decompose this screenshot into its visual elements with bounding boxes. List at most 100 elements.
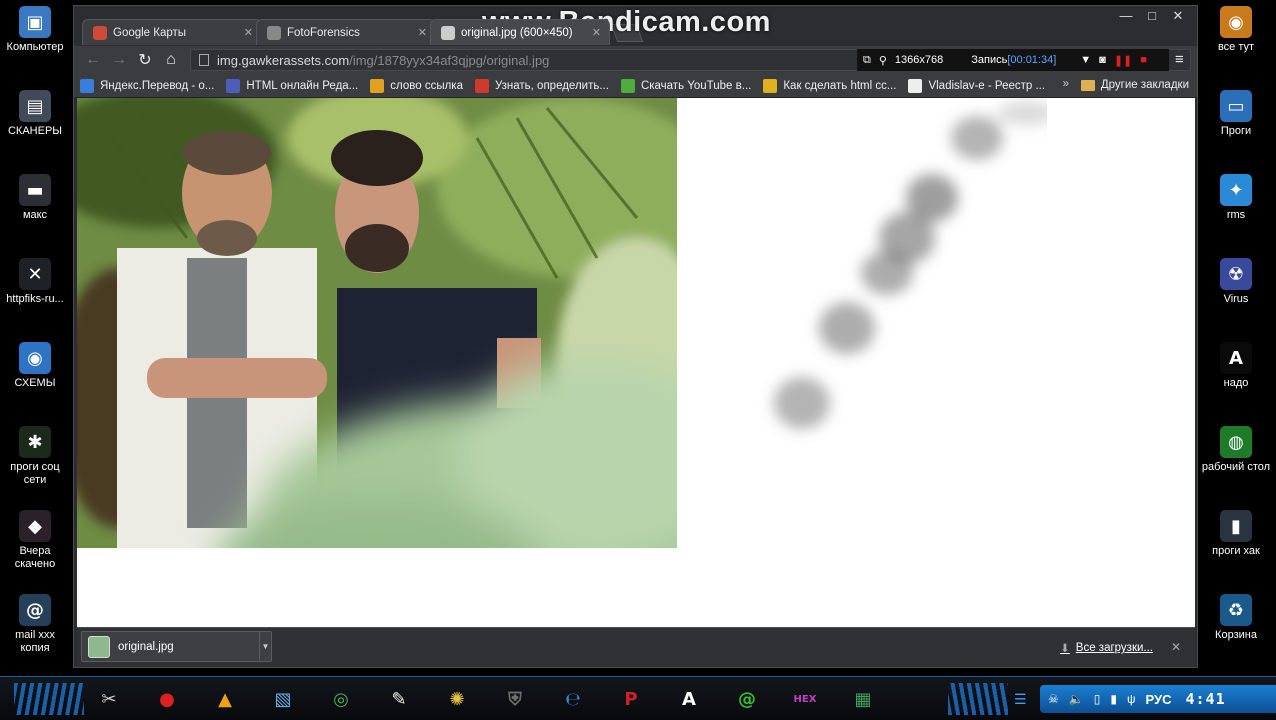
- bookmark-item[interactable]: Узнать, определить...: [474, 78, 609, 93]
- desktop-shortcut[interactable]: Aнадо: [1196, 342, 1276, 426]
- pause-icon[interactable]: ❚❚: [1114, 54, 1132, 67]
- close-tab-icon[interactable]: ✕: [244, 26, 253, 39]
- how-to-icon: [763, 78, 778, 93]
- virus-icon: ☢: [1220, 258, 1252, 290]
- notepad-app-icon[interactable]: ✎: [382, 683, 416, 715]
- taskbar: ✂ ● ▲ ▧ ◎ ✎ ✺ ⛨ ℮ P A @ HEX ▦ ☰ ☠ 🔈 ▯ ▮ ψ РУС 4:41: [0, 676, 1276, 720]
- bookmark-item[interactable]: слово ссылка: [370, 78, 463, 93]
- bookmark-label: HTML онлайн Реда...: [246, 79, 359, 92]
- window-controls: — □ ✕: [1113, 7, 1191, 25]
- bandicam-recorder-bar: ⧉ ⚲ 1366x768 Запись [00:01:34] ▼ ◙ ❚❚ ■: [857, 49, 1169, 71]
- skull-tray-icon[interactable]: ☠: [1048, 692, 1059, 706]
- browser-tab[interactable]: Google Карты ✕: [82, 19, 262, 45]
- email-app-icon[interactable]: @: [730, 683, 764, 715]
- desktop-shortcut[interactable]: ◉ СХЕМЫ: [0, 342, 70, 426]
- tab-strip: Google Карты ✕ FotoForensics ✕ original.jpg …: [82, 19, 644, 45]
- ie-app-icon[interactable]: ℮: [556, 683, 590, 715]
- bookmark-item[interactable]: HTML онлайн Реда...: [226, 78, 359, 93]
- battery-icon[interactable]: ▯: [1094, 692, 1101, 706]
- desktop-shortcut[interactable]: @ mail xxx копия: [0, 594, 70, 678]
- system-tray: ☠ 🔈 ▯ ▮ ψ РУС 4:41: [1040, 685, 1276, 713]
- bookmark-item[interactable]: Как сделать html сс...: [763, 78, 896, 93]
- recycle-bin-icon: ♻: [1220, 594, 1252, 626]
- close-tab-icon[interactable]: ✕: [592, 26, 601, 39]
- find-out-icon: [474, 78, 489, 93]
- show-desktop-icon[interactable]: ☰: [1014, 691, 1027, 708]
- back-button[interactable]: ←: [80, 48, 106, 72]
- close-tab-icon[interactable]: ✕: [418, 26, 427, 39]
- displayed-photo[interactable]: [77, 98, 677, 548]
- desktop-shortcut[interactable]: ♻ Корзина: [1196, 594, 1276, 678]
- language-indicator[interactable]: РУС: [1146, 692, 1172, 707]
- desktop-shortcut[interactable]: ◍ рабочий стол: [1196, 426, 1276, 510]
- hex-editor-app-icon[interactable]: HEX: [788, 683, 822, 715]
- forward-button[interactable]: →: [106, 48, 132, 72]
- page-content: [77, 98, 1195, 627]
- browser-tab[interactable]: original.jpg (600×450) ✕: [430, 19, 610, 45]
- stop-icon[interactable]: ■: [1140, 54, 1147, 66]
- minimize-button[interactable]: —: [1113, 7, 1139, 25]
- download-item[interactable]: original.jpg ▼: [81, 631, 272, 662]
- desktop-shortcut-label: Компьютер: [6, 41, 64, 53]
- desktop-shortcut[interactable]: ☢ Virus: [1196, 258, 1276, 342]
- desktop-shortcut-label: Проги: [1220, 125, 1252, 137]
- desktop-shortcut[interactable]: ▬ макс: [0, 174, 70, 258]
- show-all-downloads-link[interactable]: ⬇ Все загрузки...: [1060, 641, 1153, 655]
- menu-icon[interactable]: ≡: [1175, 51, 1191, 68]
- desktop-shortcut[interactable]: ✱ проги соц сети: [0, 426, 70, 510]
- html-editor-icon: [226, 78, 241, 93]
- desktop-shortcut[interactable]: ◆ Вчера скачено: [0, 510, 70, 594]
- desktop-shortcut-label: httpfiks-ru...: [6, 293, 64, 305]
- volume-icon[interactable]: 🔈: [1069, 692, 1084, 706]
- image-file-icon: [88, 635, 110, 658]
- desktop-shortcut-label: Вчера скачено: [14, 545, 56, 570]
- warning-app-icon[interactable]: ▲: [208, 683, 242, 715]
- font-app-icon[interactable]: A: [672, 683, 706, 715]
- camera-icon[interactable]: ◙: [1099, 54, 1106, 66]
- desktop-shortcut[interactable]: ▤ СКАНЕРЫ: [0, 90, 70, 174]
- photo-illustration: [77, 98, 677, 548]
- chrome-app-icon[interactable]: ◎: [324, 683, 358, 715]
- desktop-shortcut[interactable]: ◉ все тут: [1196, 6, 1276, 90]
- desktop-shortcut-label: проги соц сети: [10, 461, 60, 486]
- bookmark-item[interactable]: Яндекс.Перевод - о...: [80, 78, 214, 93]
- bookmarks-bar: Яндекс.Перевод - о... HTML онлайн Реда...…: [74, 74, 1197, 98]
- url-host: img.gawkerassets.com: [217, 52, 350, 68]
- scissors-app-icon[interactable]: ✂: [92, 683, 126, 715]
- home-button[interactable]: ⌂: [158, 48, 184, 72]
- dropdown-icon[interactable]: ▼: [1080, 54, 1091, 66]
- close-shelf-icon[interactable]: ✕: [1171, 640, 1181, 654]
- reload-button[interactable]: ↻: [132, 48, 158, 72]
- tanks-app-icon[interactable]: ⛨: [498, 683, 532, 715]
- wheel-app-icon[interactable]: ✺: [440, 683, 474, 715]
- taskbar-apps: ✂ ● ▲ ▧ ◎ ✎ ✺ ⛨ ℮ P A @ HEX ▦: [92, 683, 904, 715]
- other-bookmarks-label: Другие закладки: [1100, 79, 1189, 91]
- window-mode-icon[interactable]: ⧉: [863, 54, 871, 67]
- desktop-shortcut[interactable]: ▮ проги хак: [1196, 510, 1276, 594]
- desktop-shortcut[interactable]: ▣ Компьютер: [0, 6, 70, 90]
- network-signal-icon[interactable]: ▮: [1110, 692, 1117, 706]
- bookmarks-overflow-button[interactable]: »: [1063, 78, 1069, 90]
- desktop-shortcut[interactable]: ▭ Проги: [1196, 90, 1276, 174]
- files-app-icon[interactable]: ▧: [266, 683, 300, 715]
- browser-tab[interactable]: FotoForensics ✕: [256, 19, 436, 45]
- chevron-down-icon[interactable]: ▼: [259, 632, 271, 661]
- maximize-button[interactable]: □: [1139, 7, 1165, 25]
- pinterest-app-icon[interactable]: P: [614, 683, 648, 715]
- record-app-icon[interactable]: ●: [150, 683, 184, 715]
- bookmark-label: слово ссылка: [390, 79, 463, 92]
- tab-title: original.jpg (600×450): [461, 26, 573, 39]
- bookmark-item[interactable]: Скачать YouTube в...: [620, 78, 751, 93]
- search-icon[interactable]: ⚲: [879, 54, 887, 67]
- close-window-button[interactable]: ✕: [1165, 7, 1191, 25]
- desktop-shortcut[interactable]: ✦ rms: [1196, 174, 1276, 258]
- desktop-icons-left: ▣ Компьютер ▤ СКАНЕРЫ ▬ макс ✕ httpfiks-ru... ◉ С…: [0, 6, 70, 678]
- desktop-shortcut[interactable]: ✕ httpfiks-ru...: [0, 258, 70, 342]
- clock[interactable]: 4:41: [1185, 690, 1225, 708]
- other-bookmarks-button[interactable]: Другие закладки: [1080, 79, 1189, 91]
- link-word-icon: [370, 78, 385, 93]
- bookmark-item[interactable]: Vladislav-e - Реестр ...: [908, 78, 1045, 93]
- image-viewer-app-icon[interactable]: ▦: [846, 683, 880, 715]
- usb-icon[interactable]: ψ: [1127, 692, 1136, 706]
- desktop-shortcut-label: надо: [1223, 377, 1249, 389]
